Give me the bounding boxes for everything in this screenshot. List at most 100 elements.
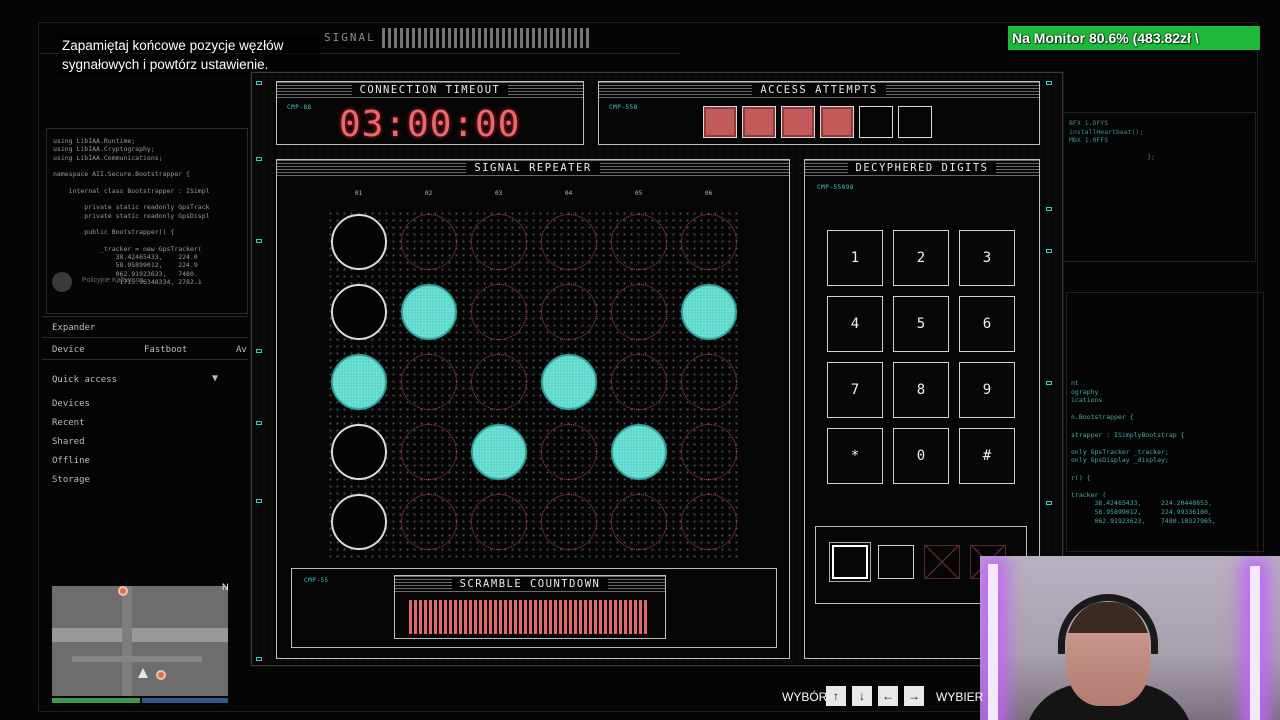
keypad-key[interactable]: 9 [959,362,1015,418]
signal-node[interactable] [611,494,667,550]
signal-node[interactable] [681,214,737,270]
signal-node[interactable] [331,284,387,340]
signal-node[interactable] [611,424,667,480]
webcam-overlay [980,556,1280,720]
signal-node[interactable] [471,214,527,270]
signal-node[interactable] [681,284,737,340]
signal-node[interactable] [331,354,387,410]
neon-light [1250,566,1260,720]
keypad-key[interactable]: 0 [893,428,949,484]
code-terminal-right-lower: nt ography ications n.Bootstrapper { str… [1066,292,1264,552]
keypad-key[interactable]: 1 [827,230,883,286]
discord-icon [52,272,72,292]
access-attempts-title: ACCESS ATTEMPTS [599,82,1039,98]
signal-node[interactable] [401,354,457,410]
quick-access-item-shared[interactable]: Shared [52,437,85,447]
keypad-key[interactable]: 3 [959,230,1015,286]
signal-node[interactable] [541,424,597,480]
choose-label: WYBIER [936,690,984,704]
decyphered-digits-title: DECYPHERED DIGITS [805,160,1039,176]
code-terminal-right: BFX 1.DFYS installHeartbeat(); MBX 1.0FF… [1062,112,1256,262]
keypad-key[interactable]: 4 [827,296,883,352]
chevron-down-icon[interactable]: ▼ [212,373,218,384]
code-terminal-left: using LibIAA.Runtime; using LibIAA.Crypt… [46,128,248,314]
signal-node[interactable] [401,284,457,340]
hacking-panel: CONNECTION TIMEOUT CMP-88 03:00:00 ACCES… [251,72,1063,666]
code-tag: CMP-55898 [817,184,855,191]
quick-access-item-devices[interactable]: Devices [52,399,90,409]
signal-node[interactable] [541,354,597,410]
signal-node[interactable] [401,494,457,550]
quick-access-item-offline[interactable]: Offline [52,456,90,466]
discord-label: Policyjne Kalbarson [82,277,144,284]
fastboot-label[interactable]: Fastboot [144,345,187,355]
attempt-indicator [742,106,776,138]
signal-node[interactable] [611,354,667,410]
signal-node[interactable] [471,284,527,340]
keypad-key[interactable]: * [827,428,883,484]
column-label: 02 [425,190,433,197]
keypad-key[interactable]: 6 [959,296,1015,352]
connection-timeout-title: CONNECTION TIMEOUT [277,82,583,98]
av-label[interactable]: Av [236,345,247,355]
attempt-indicator [781,106,815,138]
code-tag: CMP-558 [609,104,638,111]
signal-node[interactable] [401,214,457,270]
attempt-indicator [898,106,932,138]
health-bar [52,698,140,703]
keypad-key[interactable]: 7 [827,362,883,418]
instruction-text: Zapamiętaj końcowe pozycje węzłów sygnał… [58,34,320,76]
neon-light [988,564,998,720]
arrow-left-key-icon[interactable]: ← [878,686,898,706]
signal-node[interactable] [331,214,387,270]
signal-node[interactable] [541,284,597,340]
signal-node[interactable] [471,424,527,480]
signal-node[interactable] [471,494,527,550]
quick-access-label[interactable]: Quick access [52,375,117,385]
keypad-key[interactable]: # [959,428,1015,484]
arrow-up-key-icon[interactable]: ↑ [826,686,846,706]
signal-node[interactable] [681,424,737,480]
attempt-indicator [859,106,893,138]
keypad-key[interactable]: 5 [893,296,949,352]
minimap-north: N [222,582,229,592]
signal-node[interactable] [611,214,667,270]
headset-icon [1058,594,1158,654]
column-label: 06 [705,190,713,197]
arrow-down-key-icon[interactable]: ↓ [852,686,872,706]
scramble-progress-bar [409,600,649,634]
code-tag: CMP-55 [304,577,329,584]
map-blip-icon [156,670,166,680]
signal-node[interactable] [401,424,457,480]
armor-bar [142,698,228,703]
code-tag: CMP-88 [287,104,312,111]
arrow-right-key-icon[interactable]: → [904,686,924,706]
attempt-indicator [703,106,737,138]
quick-access-item-recent[interactable]: Recent [52,418,85,428]
monitor-badge: Na Monitor 80.6% (483.82zł \ [1008,26,1260,50]
signal-node[interactable] [331,494,387,550]
select-label: WYBÓR [782,690,828,704]
signal-strength-bars [382,28,590,48]
timeout-timer: 03:00:00 [339,104,521,145]
signal-node[interactable] [681,494,737,550]
scramble-countdown-box: CMP-55 SCRAMBLE COUNTDOWN [291,568,777,648]
signal-node[interactable] [331,424,387,480]
signal-node[interactable] [541,494,597,550]
signal-node[interactable] [611,284,667,340]
signal-node[interactable] [471,354,527,410]
keypad-key[interactable]: 2 [893,230,949,286]
signal-node[interactable] [541,214,597,270]
column-label: 05 [635,190,643,197]
keypad-key[interactable]: 8 [893,362,949,418]
digit-slot [832,545,868,579]
column-label: 03 [495,190,503,197]
access-attempts-box: ACCESS ATTEMPTS CMP-558 [598,81,1040,145]
device-label[interactable]: Device [52,345,85,355]
quick-access-item-storage[interactable]: Storage [52,475,90,485]
signal-node[interactable] [681,354,737,410]
minimap [52,586,228,696]
expander-label[interactable]: Expander [52,323,95,333]
column-label: 04 [565,190,573,197]
side-panel: Expander Device Fastboot Av Quick access… [42,316,248,586]
